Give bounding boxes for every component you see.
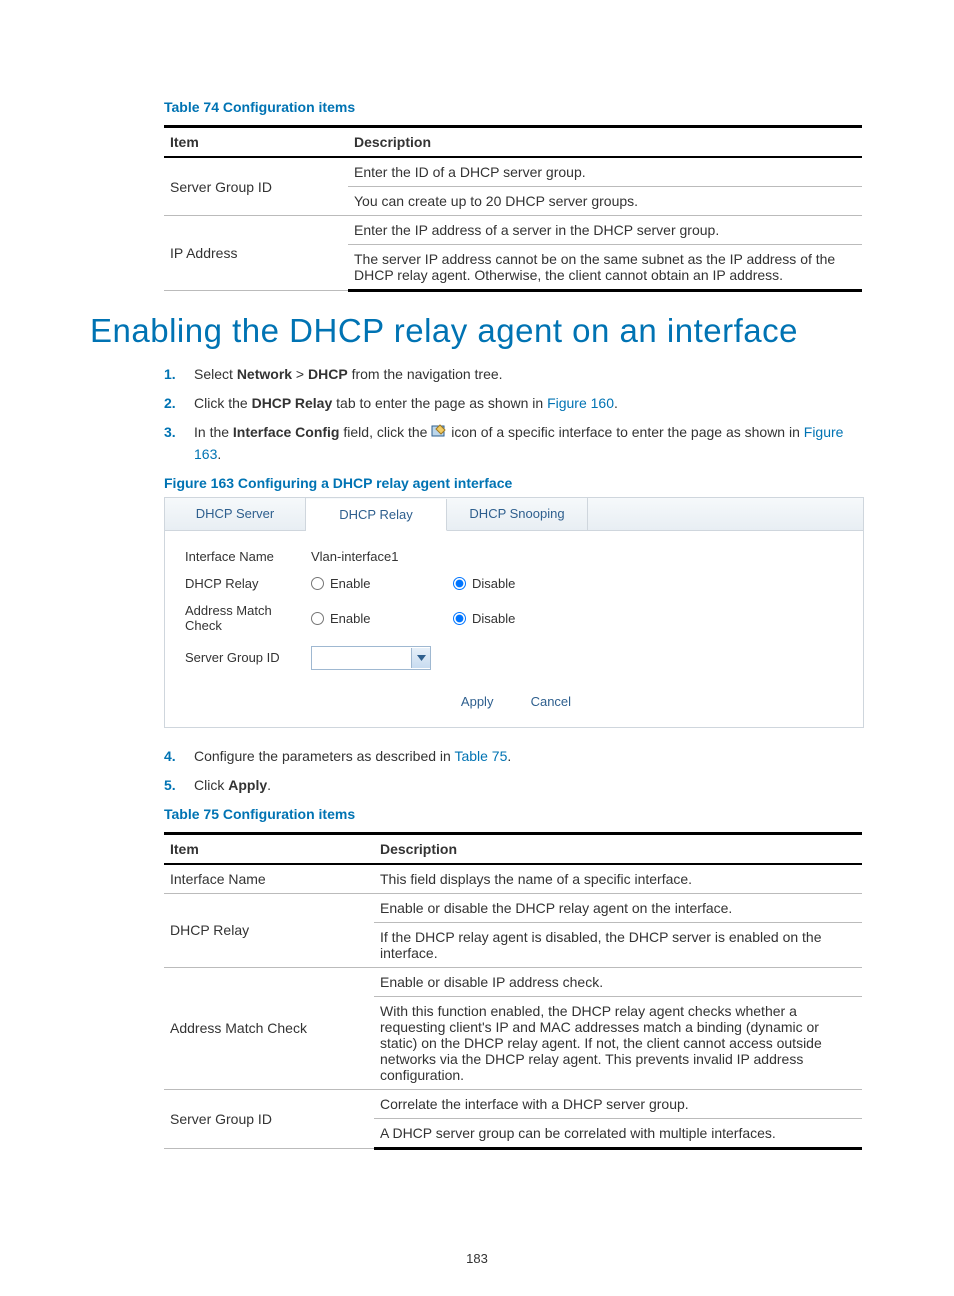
step-4: 4. Configure the parameters as described…	[164, 746, 864, 767]
step-num-5: 5.	[164, 775, 176, 796]
step2-dhcp-relay: DHCP Relay	[252, 395, 333, 411]
step1-network: Network	[237, 366, 292, 382]
step1-text-e: from the navigation tree.	[348, 366, 503, 382]
apply-button[interactable]: Apply	[442, 690, 512, 713]
radio-relay-enable[interactable]: Enable	[311, 576, 445, 591]
table74-item-1: IP Address	[164, 216, 348, 291]
server-group-dropdown[interactable]	[311, 646, 431, 670]
step5-apply: Apply	[228, 777, 267, 793]
table75-link[interactable]: Table 75	[454, 748, 507, 764]
row-dhcp-relay: DHCP Relay Enable Disable	[185, 570, 843, 597]
steps-list-1: 1. Select Network > DHCP from the naviga…	[164, 364, 864, 465]
t75-r4-d2: A DHCP server group can be correlated wi…	[374, 1118, 862, 1148]
step3-text-a: In the	[194, 424, 233, 440]
config-panel: DHCP Server DHCP Relay DHCP Snooping Int…	[164, 497, 864, 728]
step5-text-c: .	[267, 777, 271, 793]
table75-head-desc: Description	[374, 833, 862, 864]
row-interface-name: Interface Name Vlan-interface1	[185, 543, 843, 570]
table74-head-item: Item	[164, 127, 348, 158]
label-interface-name: Interface Name	[185, 549, 311, 564]
radio-addr-enable-input[interactable]	[311, 612, 324, 625]
tab-dhcp-server[interactable]: DHCP Server	[165, 498, 306, 530]
t75-r2-item: DHCP Relay	[164, 893, 374, 967]
step3-text-d: icon of a specific interface to enter th…	[451, 424, 804, 440]
radio-addr-disable-input[interactable]	[453, 612, 466, 625]
steps-list-2: 4. Configure the parameters as described…	[164, 746, 864, 796]
radio-addr-disable[interactable]: Disable	[453, 611, 587, 626]
t75-r3-item: Address Match Check	[164, 967, 374, 1089]
step-num-2: 2.	[164, 393, 176, 414]
table75-head-item: Item	[164, 833, 374, 864]
step4-text-a: Configure the parameters as described in	[194, 748, 454, 764]
radio-relay-enable-input[interactable]	[311, 577, 324, 590]
t75-r3-d1: Enable or disable IP address check.	[374, 967, 862, 996]
button-row: Apply Cancel	[185, 690, 843, 713]
t75-r4-item: Server Group ID	[164, 1089, 374, 1148]
tab-dhcp-snooping[interactable]: DHCP Snooping	[447, 498, 588, 530]
step5-text-a: Click	[194, 777, 228, 793]
radio-addr-disable-label: Disable	[472, 611, 515, 626]
cancel-button[interactable]: Cancel	[516, 690, 586, 713]
t75-r1-item: Interface Name	[164, 864, 374, 894]
step2-text-a: Click the	[194, 395, 252, 411]
step-num-4: 4.	[164, 746, 176, 767]
panel-body: Interface Name Vlan-interface1 DHCP Rela…	[165, 531, 863, 727]
step3-interface-config: Interface Config	[233, 424, 340, 440]
table74: Item Description Server Group ID Enter t…	[164, 125, 862, 292]
section-heading: Enabling the DHCP relay agent on an inte…	[90, 312, 864, 350]
radio-relay-disable-label: Disable	[472, 576, 515, 591]
step-num-1: 1.	[164, 364, 176, 385]
table74-desc-1a: Enter the IP address of a server in the …	[348, 216, 862, 245]
table75: Item Description Interface Name This fie…	[164, 832, 862, 1150]
value-interface-name: Vlan-interface1	[311, 549, 398, 564]
step1-dhcp: DHCP	[308, 366, 348, 382]
table74-caption: Table 74 Configuration items	[164, 99, 864, 115]
step1-text-c: >	[292, 366, 308, 382]
label-dhcp-relay: DHCP Relay	[185, 576, 311, 591]
step2-text-c: tab to enter the page as shown in	[332, 395, 547, 411]
radio-relay-disable[interactable]: Disable	[453, 576, 587, 591]
radio-addr-enable[interactable]: Enable	[311, 611, 445, 626]
t75-r1-d1: This field displays the name of a specif…	[374, 864, 862, 894]
page-number: 183	[0, 1251, 954, 1266]
step-num-3: 3.	[164, 422, 176, 443]
figure163-caption: Figure 163 Configuring a DHCP relay agen…	[164, 475, 864, 491]
table74-desc-0a: Enter the ID of a DHCP server group.	[348, 157, 862, 187]
step-5: 5. Click Apply.	[164, 775, 864, 796]
row-addr-match: Address Match Check Enable Disable	[185, 597, 843, 640]
radio-addr-enable-label: Enable	[330, 611, 370, 626]
step2-text-d: .	[614, 395, 618, 411]
step3-text-c: field, click the	[340, 424, 432, 440]
step-2: 2. Click the DHCP Relay tab to enter the…	[164, 393, 864, 414]
t75-r3-d2: With this function enabled, the DHCP rel…	[374, 996, 862, 1089]
radio-relay-disable-input[interactable]	[453, 577, 466, 590]
table74-item-0: Server Group ID	[164, 157, 348, 216]
row-server-group: Server Group ID	[185, 640, 843, 676]
step4-text-b: .	[507, 748, 511, 764]
step3-text-e: .	[217, 446, 221, 462]
tab-dhcp-relay[interactable]: DHCP Relay	[306, 499, 447, 531]
step1-text-a: Select	[194, 366, 237, 382]
radio-relay-enable-label: Enable	[330, 576, 370, 591]
table74-head-desc: Description	[348, 127, 862, 158]
figure160-link[interactable]: Figure 160	[547, 395, 614, 411]
table75-caption: Table 75 Configuration items	[164, 806, 864, 822]
chevron-down-icon	[411, 648, 430, 668]
t75-r2-d2: If the DHCP relay agent is disabled, the…	[374, 922, 862, 967]
t75-r4-d1: Correlate the interface with a DHCP serv…	[374, 1089, 862, 1118]
table74-desc-1b: The server IP address cannot be on the s…	[348, 245, 862, 291]
step-1: 1. Select Network > DHCP from the naviga…	[164, 364, 864, 385]
label-addr-match: Address Match Check	[185, 603, 311, 634]
tabs: DHCP Server DHCP Relay DHCP Snooping	[165, 498, 863, 531]
step-3: 3. In the Interface Config field, click …	[164, 422, 864, 465]
label-server-group: Server Group ID	[185, 650, 311, 665]
edit-icon	[431, 423, 447, 444]
t75-r2-d1: Enable or disable the DHCP relay agent o…	[374, 893, 862, 922]
table74-desc-0b: You can create up to 20 DHCP server grou…	[348, 187, 862, 216]
